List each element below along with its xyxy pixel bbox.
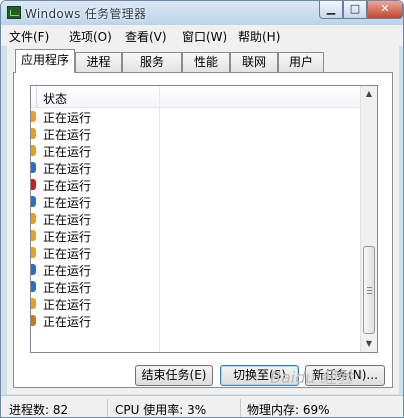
task-status: 正在运行 [43, 230, 92, 244]
status-bar: 进程数: 82 CPU 使用率: 3% 物理内存: 69% [1, 395, 403, 417]
status-separator [240, 399, 241, 417]
task-row[interactable]: 正在运行 [31, 142, 361, 159]
status-cpu: CPU 使用率: 3% [115, 403, 207, 417]
task-status: 正在运行 [43, 281, 92, 295]
status-memory: 物理内存: 69% [247, 403, 330, 417]
menu-help[interactable]: 帮助(H) [238, 28, 280, 45]
task-status: 正在运行 [43, 315, 92, 329]
grip-line [367, 290, 372, 291]
close-button[interactable]: ✕ [367, 1, 403, 19]
task-row[interactable]: 正在运行 [31, 159, 361, 176]
tab-services[interactable]: 服务 [122, 52, 182, 72]
task-row[interactable]: 正在运行 [31, 295, 361, 312]
column-header-label: 状态 [43, 92, 68, 106]
tab-users[interactable]: 用户 [278, 52, 324, 72]
status-processes: 进程数: 82 [9, 403, 69, 417]
task-status: 正在运行 [43, 247, 92, 261]
menu-bar: 文件(F) 选项(O) 查看(V) 窗口(W) 帮助(H) [1, 25, 403, 46]
task-manager-app-icon [7, 6, 21, 19]
column-header-status[interactable]: 状态 [31, 86, 361, 108]
menu-view[interactable]: 查看(V) [125, 28, 167, 45]
baidu-watermark: Baidu 经验 [270, 368, 353, 387]
task-status: 正在运行 [43, 298, 92, 312]
task-status: 正在运行 [43, 179, 92, 193]
task-status: 正在运行 [43, 145, 92, 159]
applications-panel: 状态 正在运行 正在运行 正在运行 正在运行 正在运行 正在运行 正在运行 正在运行 正在运行正… [13, 72, 393, 388]
maximize-button[interactable]: □ [343, 1, 367, 19]
grip-line [367, 287, 372, 288]
column-header-task-edge[interactable] [31, 86, 37, 108]
app-icon [31, 315, 36, 326]
app-icon [31, 128, 36, 139]
app-icon [31, 111, 36, 122]
task-row[interactable]: 正在运行 [31, 193, 361, 210]
task-row[interactable]: 正在运行 [31, 227, 361, 244]
scroll-up-arrow-icon[interactable]: ▲ [361, 86, 377, 102]
minimize-button[interactable]: ▁ [319, 1, 343, 19]
grip-line [367, 293, 372, 294]
task-status: 正在运行 [43, 111, 92, 125]
vertical-scrollbar[interactable]: ▲ ▼ [360, 86, 377, 352]
app-icon [31, 196, 36, 207]
app-icon [31, 179, 36, 190]
tab-performance[interactable]: 性能 [182, 52, 230, 72]
task-manager-window: Windows 任务管理器 ▁ □ ✕ 文件(F) 选项(O) 查看(V) 窗口… [0, 0, 404, 418]
tab-applications[interactable]: 应用程序 [15, 49, 75, 73]
task-status: 正在运行 [43, 196, 92, 210]
task-row[interactable]: 正在运行 [31, 312, 361, 329]
menu-file[interactable]: 文件(F) [9, 28, 49, 45]
task-row[interactable]: 正在运行 [31, 244, 361, 261]
app-icon [31, 264, 36, 275]
task-row[interactable]: 正在运行 [31, 261, 361, 278]
app-icon [31, 213, 36, 224]
task-row[interactable]: 正在运行 [31, 176, 361, 193]
task-row[interactable]: 正在运行 [31, 210, 361, 227]
app-icon [31, 162, 36, 173]
task-row[interactable]: 正在运行 [31, 125, 361, 142]
scroll-thumb[interactable] [363, 246, 375, 334]
task-row[interactable]: 正在运行 [31, 278, 361, 295]
app-icon [31, 281, 36, 292]
menu-window[interactable]: 窗口(W) [182, 28, 227, 45]
status-separator [107, 399, 108, 417]
task-status: 正在运行 [43, 213, 92, 227]
task-status: 正在运行 [43, 264, 92, 278]
menu-options[interactable]: 选项(O) [69, 28, 112, 45]
app-icon [31, 298, 36, 309]
app-icon [31, 145, 36, 156]
task-status: 正在运行 [43, 128, 92, 142]
scroll-down-arrow-icon[interactable]: ▼ [361, 336, 377, 352]
tab-processes[interactable]: 进程 [75, 52, 122, 72]
tab-networking[interactable]: 联网 [230, 52, 278, 72]
app-icon [31, 247, 36, 258]
task-row[interactable]: 正在运行 [31, 108, 361, 125]
client-area: 应用程序 进程 服务 性能 联网 用户 状态 正在运行 正在运行 正在运行 正在运行正… [7, 46, 399, 394]
title-bar[interactable]: Windows 任务管理器 ▁ □ ✕ [1, 1, 403, 25]
end-task-button[interactable]: 结束任务(E) [135, 365, 213, 386]
window-title: Windows 任务管理器 [25, 7, 147, 21]
task-list[interactable]: 状态 正在运行 正在运行 正在运行 正在运行 正在运行 正在运行 正在运行 正在运行 正在运行正… [30, 85, 378, 353]
task-status: 正在运行 [43, 162, 92, 176]
app-icon [31, 230, 36, 241]
